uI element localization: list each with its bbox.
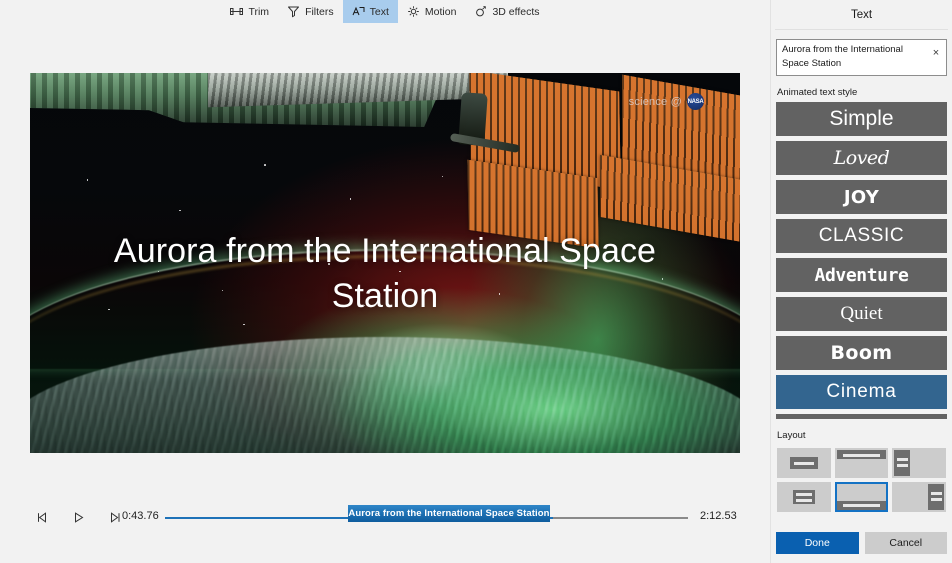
play-button[interactable] (71, 510, 86, 525)
layout-thumb-box (793, 490, 815, 504)
layout-thumb-line (796, 493, 812, 496)
filters-icon (287, 5, 300, 18)
toolbar-label-trim: Trim (248, 6, 269, 18)
text-clip[interactable]: Aurora from the International Space Stat… (348, 505, 550, 522)
video-frame: science @ NASA Aurora from the Internati… (30, 73, 740, 453)
style-label-quiet: Quiet (840, 303, 882, 325)
text-input[interactable]: Aurora from the International Space Stat… (782, 43, 912, 71)
layout-thumb-line (897, 458, 908, 461)
nasa-logo-icon: NASA (687, 93, 704, 110)
layout-grid (777, 448, 946, 512)
toolbar-label-motion: Motion (425, 6, 457, 18)
style-item-classic[interactable]: CLASSIC (776, 219, 947, 253)
3d-effects-icon (474, 5, 487, 18)
previous-frame-button[interactable] (35, 510, 50, 525)
layout-label: Layout (777, 430, 952, 441)
toolbar-item-3d-effects[interactable]: 3D effects (465, 0, 548, 23)
panel-title: Text (771, 0, 952, 29)
cancel-button[interactable]: Cancel (865, 532, 948, 554)
text-icon (352, 5, 365, 18)
layout-thumb-line (796, 499, 812, 502)
watermark-text: science @ (629, 96, 682, 108)
style-item-simple[interactable]: Simple (776, 102, 947, 136)
toolbar-item-trim[interactable]: Trim (221, 0, 278, 23)
style-item-quiet[interactable]: Quiet (776, 297, 947, 331)
style-label-cinema: Cinema (826, 381, 896, 403)
animated-text-style-label: Animated text style (777, 87, 952, 98)
edit-toolbar: Trim Filters Text (0, 0, 770, 23)
layout-option-bottom-banner[interactable] (835, 482, 889, 512)
style-item-next-partial[interactable] (776, 414, 947, 419)
editor-area: Trim Filters Text (0, 0, 771, 563)
timeline-track-remaining[interactable] (553, 517, 688, 519)
next-frame-button[interactable] (107, 510, 122, 525)
style-item-boom[interactable]: Boom (776, 336, 947, 370)
motion-icon (407, 5, 420, 18)
style-item-joy[interactable]: JOY (776, 180, 947, 214)
layout-thumb-line (931, 492, 942, 495)
style-label-classic: CLASSIC (819, 225, 905, 247)
nasa-logo-text: NASA (688, 99, 704, 105)
video-editor-window: Trim Filters Text (0, 0, 952, 563)
toolbar-label-text: Text (370, 6, 389, 18)
toolbar-label-filters: Filters (305, 6, 334, 18)
toolbar-item-text[interactable]: Text (343, 0, 398, 23)
nasa-watermark: science @ NASA (629, 93, 704, 110)
video-preview[interactable]: science @ NASA Aurora from the Internati… (30, 73, 740, 453)
layout-option-right-side[interactable] (892, 482, 946, 512)
current-time-label: 0:43.76 (122, 510, 159, 522)
style-label-joy: JOY (844, 187, 879, 208)
style-item-cinema[interactable]: Cinema (776, 375, 947, 409)
layout-option-left-side[interactable] (892, 448, 946, 478)
layout-thumb-line (843, 504, 881, 507)
style-item-loved[interactable]: Loved (776, 141, 947, 175)
style-label-loved: Loved (834, 147, 890, 169)
text-input-wrapper[interactable]: Aurora from the International Space Stat… (776, 39, 947, 76)
layout-thumb-line (931, 498, 942, 501)
style-label-simple: Simple (829, 107, 893, 131)
toolbar-label-3d-effects: 3D effects (492, 6, 539, 18)
animated-text-style-list[interactable]: Simple Loved JOY CLASSIC Adventure Quiet… (776, 102, 947, 419)
layout-option-centered-box[interactable] (777, 448, 831, 478)
transport-controls (35, 510, 122, 525)
toolbar-item-motion[interactable]: Motion (398, 0, 466, 23)
panel-action-buttons: Done Cancel (776, 532, 947, 554)
panel-divider (775, 29, 948, 30)
total-time-label: 2:12.53 (700, 510, 737, 522)
text-side-panel: Text Aurora from the International Space… (771, 0, 952, 563)
toolbar-item-filters[interactable]: Filters (278, 0, 343, 23)
layout-thumb-line (843, 454, 881, 457)
style-item-adventure[interactable]: Adventure (776, 258, 947, 292)
timeline-bar: 0:43.76 2:12.53 Aurora from the Internat… (0, 470, 770, 563)
style-label-adventure: Adventure (815, 265, 909, 286)
layout-option-center-stack[interactable] (777, 482, 831, 512)
layout-thumb-line (794, 462, 814, 465)
layout-option-top-banner[interactable] (835, 448, 889, 478)
clear-text-icon[interactable]: × (931, 48, 941, 58)
trim-icon (230, 5, 243, 18)
done-button[interactable]: Done (776, 532, 859, 554)
style-label-boom: Boom (831, 342, 893, 364)
video-text-overlay: Aurora from the International Space Stat… (87, 230, 683, 320)
layout-thumb-line (897, 464, 908, 467)
